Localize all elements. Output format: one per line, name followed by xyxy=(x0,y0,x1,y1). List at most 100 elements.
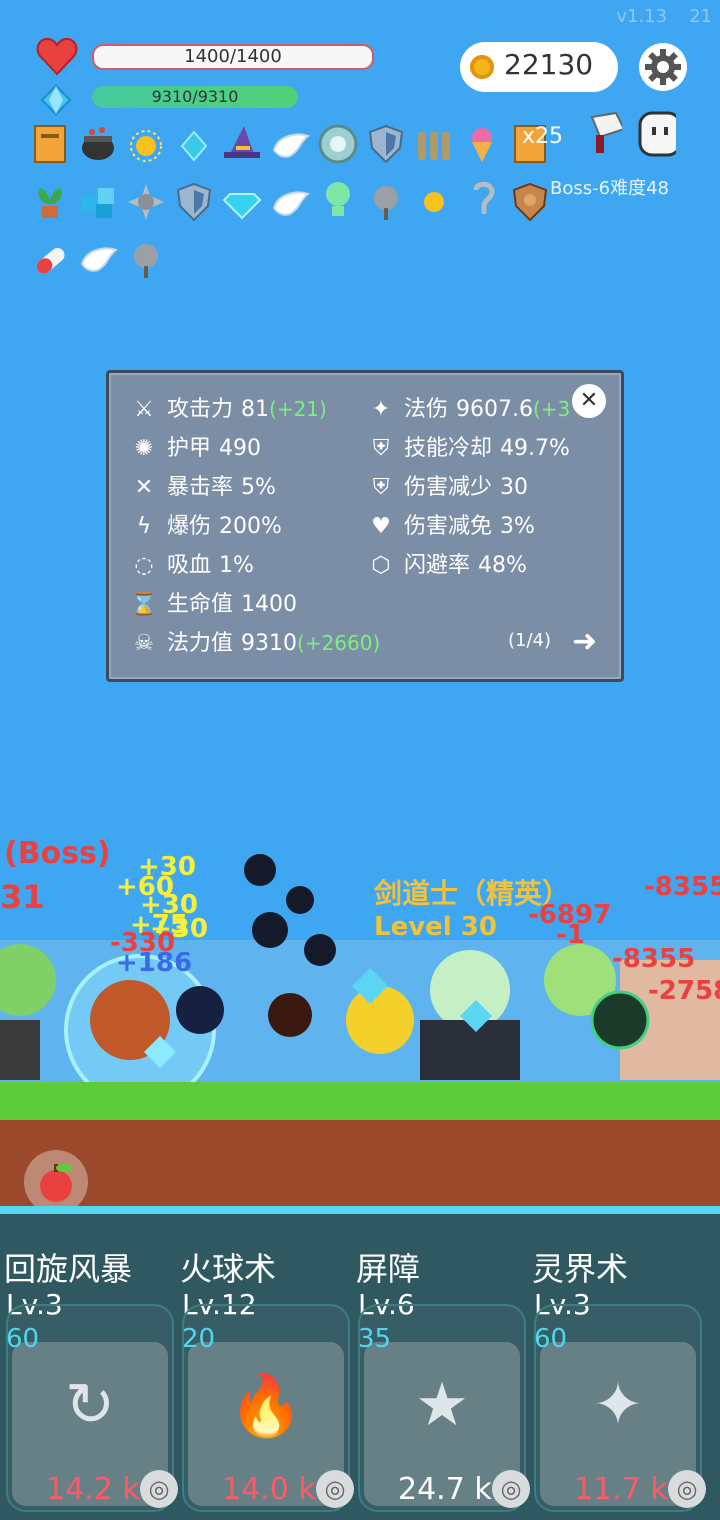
skill-damage-total: 11.7 k xyxy=(574,1472,668,1507)
skill-name: 回旋风暴 xyxy=(4,1250,133,1288)
skill-name: 火球术 xyxy=(180,1250,277,1288)
stat-label: 暴击率 xyxy=(167,475,234,500)
hook-icon[interactable] xyxy=(462,180,502,220)
stat-row: ϟ 爆伤 200% xyxy=(127,508,282,540)
bullets-icon[interactable] xyxy=(414,124,454,164)
skill-mana-cost: 35 xyxy=(358,1324,392,1354)
skill-name: 屏障 xyxy=(356,1250,421,1288)
stat-value: 81 xyxy=(241,397,270,422)
pill-icon[interactable] xyxy=(30,240,70,280)
stack-count-badge: x25 xyxy=(522,124,564,149)
stat-row: ☠ 法力值 9310(+2660) xyxy=(127,625,380,657)
skill-mana-cost: 60 xyxy=(534,1324,568,1354)
stat-label: 攻击力 xyxy=(167,397,234,422)
ice-cream-icon[interactable] xyxy=(462,124,502,164)
enemy-number: 31 xyxy=(0,878,45,916)
sun-amulet-icon-2[interactable] xyxy=(414,182,454,222)
stat-value: 30 xyxy=(500,475,529,500)
diamond-icon[interactable] xyxy=(222,182,262,222)
ice-amulet-icon[interactable] xyxy=(174,126,214,166)
divider-stripe xyxy=(0,1206,720,1214)
stat-row: ⬡ 闪避率 48% xyxy=(364,547,527,579)
wing-icon-3[interactable] xyxy=(78,240,118,280)
steel-shield-icon[interactable] xyxy=(366,124,406,164)
stat-label: 技能冷却 xyxy=(404,436,493,461)
sun-amulet-icon[interactable] xyxy=(126,126,166,166)
spiked-ball-icon[interactable] xyxy=(126,182,166,222)
stat-value: 490 xyxy=(219,436,262,461)
stat-value: 9310 xyxy=(241,631,298,656)
lightning-icon: ϟ xyxy=(136,514,152,539)
slime-spirit-icon[interactable] xyxy=(318,180,358,220)
stat-label: 生命值 xyxy=(167,592,234,617)
mace-icon[interactable] xyxy=(366,182,406,222)
rune-icon[interactable]: ◎ xyxy=(140,1470,178,1508)
stat-row: ✕ 暴击率 5% xyxy=(127,469,276,501)
stat-row: ⛨ 技能冷却 49.7% xyxy=(364,430,570,462)
stat-value: 49.7% xyxy=(500,436,570,461)
rune-icon[interactable]: ◎ xyxy=(492,1470,530,1508)
sun-icon: ✺ xyxy=(134,436,154,461)
plant-icon[interactable] xyxy=(30,182,70,222)
stat-label: 法力值 xyxy=(167,631,234,656)
stat-row: ⚔ 攻击力 81(+21) xyxy=(127,391,327,423)
spiked-mace-icon[interactable] xyxy=(126,240,166,280)
stat-label: 法伤 xyxy=(404,397,449,422)
magic-wand-icon: ✦ xyxy=(592,1370,644,1440)
stat-bonus: (+21) xyxy=(269,397,327,421)
stat-row: ♥ 伤害减免 3% xyxy=(364,508,535,540)
shield-icon-2[interactable] xyxy=(174,182,214,222)
shield-icon: ★ xyxy=(415,1370,469,1440)
ghost-icon[interactable] xyxy=(636,111,676,157)
stat-value: 9607.6 xyxy=(456,397,533,422)
wing-icon-2[interactable] xyxy=(270,184,310,224)
wing-icon[interactable] xyxy=(270,126,310,166)
stat-value: 48% xyxy=(478,553,527,578)
stat-value: 5% xyxy=(241,475,276,500)
stat-bonus: (+2660) xyxy=(297,631,381,655)
item-inventory xyxy=(0,0,720,290)
ice-cubes-icon[interactable] xyxy=(78,182,118,222)
boss-tag: (Boss) xyxy=(4,836,111,871)
close-button[interactable]: ✕ xyxy=(572,384,606,418)
stat-value: 1% xyxy=(219,553,254,578)
book-icon[interactable] xyxy=(30,124,70,164)
cleaver-icon[interactable] xyxy=(582,111,622,153)
skull-icon: ☠ xyxy=(134,631,154,656)
skill-mana-cost: 60 xyxy=(6,1324,40,1354)
stat-row: ✦ 法伤 9607.6(+3 xyxy=(364,391,571,423)
rune-icon[interactable]: ◎ xyxy=(316,1470,354,1508)
stat-label: 爆伤 xyxy=(167,514,212,539)
whirlwind-icon: ↻ xyxy=(64,1370,116,1440)
wizard-hat-icon[interactable] xyxy=(222,124,262,164)
apple-potion-button[interactable] xyxy=(24,1150,88,1214)
damage-number: -8355 xyxy=(644,872,720,902)
stat-label: 护甲 xyxy=(167,436,212,461)
cauldron-icon[interactable] xyxy=(78,124,118,164)
wooden-shield-icon[interactable] xyxy=(510,182,550,222)
ring-shield-icon[interactable] xyxy=(318,124,358,164)
stats-page-indicator: (1/4) xyxy=(508,630,552,651)
shield-icon: ⛨ xyxy=(372,436,390,461)
skill-damage-total: 14.0 k xyxy=(222,1472,316,1507)
axe-icon: ⚔ xyxy=(134,397,154,422)
ground-grass xyxy=(0,1082,720,1120)
stat-label: 伤害减少 xyxy=(404,475,493,500)
stat-value: 1400 xyxy=(241,592,298,617)
skill-damage-total: 14.2 k xyxy=(46,1472,140,1507)
skill-name: 灵界术 xyxy=(532,1250,629,1288)
stat-label: 伤害减免 xyxy=(404,514,493,539)
skill-damage-total: 24.7 k xyxy=(398,1472,492,1507)
stat-label: 闪避率 xyxy=(404,553,471,578)
stat-row: ⌛ 生命值 1400 xyxy=(127,586,297,618)
fire-icon: 🔥 xyxy=(228,1371,304,1441)
skill-mana-cost: 20 xyxy=(182,1324,216,1354)
rune-icon[interactable]: ◎ xyxy=(668,1470,706,1508)
enemy-level: Level 30 xyxy=(374,912,497,942)
heart-icon: ♥ xyxy=(371,514,391,539)
stat-value: 200% xyxy=(219,514,282,539)
stat-label: 吸血 xyxy=(167,553,212,578)
ring-icon: ◌ xyxy=(134,553,154,578)
stat-row: ◌ 吸血 1% xyxy=(127,547,254,579)
next-page-arrow-icon[interactable]: ➜ xyxy=(572,624,597,659)
